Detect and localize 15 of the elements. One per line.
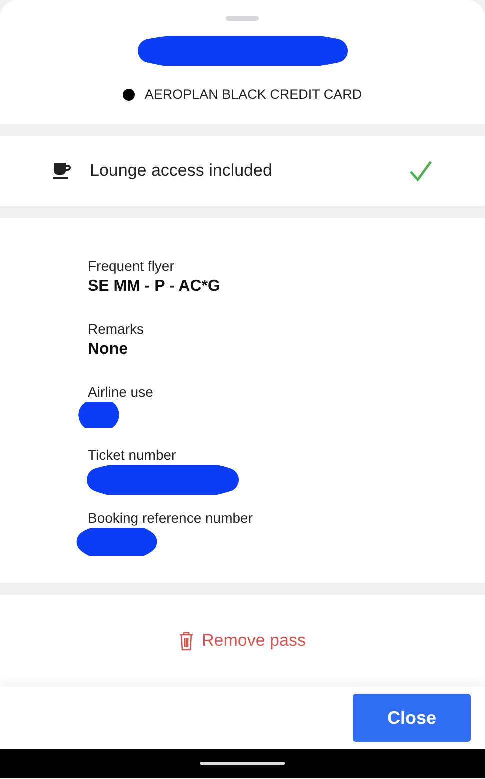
field-label: Remarks — [88, 321, 144, 337]
field-value: None — [88, 341, 128, 359]
field-label: Frequent flyer — [88, 258, 174, 274]
trash-icon — [179, 632, 194, 650]
field-label: Booking reference number — [88, 510, 253, 526]
remove-pass-button[interactable]: Remove pass — [179, 631, 306, 651]
card-name: AEROPLAN BLACK CREDIT CARD — [144, 87, 362, 102]
coffee-cup-icon — [52, 162, 72, 180]
lounge-access-label: Lounge access included — [90, 161, 274, 181]
field-value: SE MM - P - AC*G — [88, 278, 220, 296]
drag-handle[interactable] — [226, 16, 259, 21]
home-indicator[interactable] — [200, 762, 285, 765]
field-label: Airline use — [88, 384, 154, 400]
close-button[interactable]: Close — [353, 694, 471, 742]
field-label: Ticket number — [88, 447, 176, 463]
